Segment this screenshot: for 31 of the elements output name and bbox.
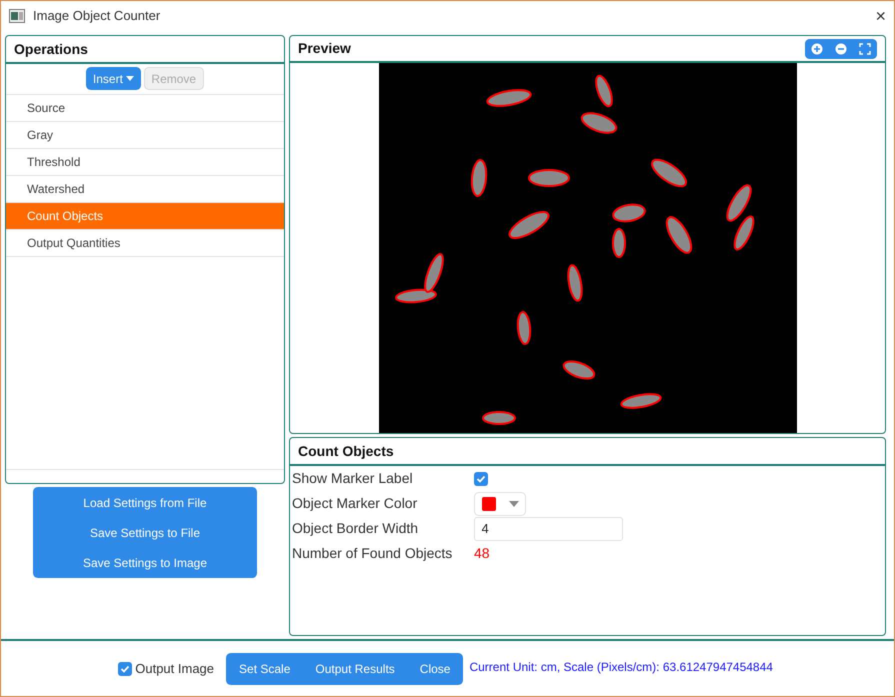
- app-icon: [9, 9, 25, 23]
- caret-icon: [508, 500, 518, 507]
- operation-item[interactable]: Count Objects: [6, 202, 284, 230]
- close-button[interactable]: ×: [875, 2, 886, 30]
- checkbox[interactable]: [118, 662, 132, 676]
- status-text: Current Unit: cm, Scale (Pixels/cm): 63.61247947454844: [469, 658, 773, 676]
- property-label: Show Marker Label: [292, 469, 414, 488]
- count-value: 48: [474, 544, 490, 564]
- panel-title: Operations: [6, 36, 284, 64]
- operation-item[interactable]: Gray: [6, 122, 284, 148]
- property-label: Object Border Width: [292, 519, 420, 538]
- footer-button[interactable]: Close: [406, 652, 464, 684]
- property-label: Object Marker Color: [292, 494, 418, 514]
- settings-button[interactable]: Load Settings from File: [33, 487, 257, 518]
- panel-title: Count Objects: [290, 438, 885, 466]
- window-title: Image Object Counter: [33, 7, 162, 26]
- operation-item[interactable]: Source: [6, 94, 284, 122]
- property-label: Number of Found Objects: [292, 544, 454, 564]
- input-field[interactable]: 4: [474, 516, 623, 541]
- caret-icon: [126, 76, 134, 82]
- color-dropdown[interactable]: [474, 492, 526, 516]
- operation-item[interactable]: Threshold: [6, 148, 284, 176]
- settings-button[interactable]: Save Settings to File: [33, 517, 257, 548]
- settings-button[interactable]: Save Settings to Image: [33, 547, 257, 578]
- checkbox-label[interactable]: Output Image: [135, 658, 214, 678]
- operation-item[interactable]: Output Quantities: [6, 230, 284, 256]
- footer-button[interactable]: Set Scale: [226, 652, 304, 684]
- checkbox[interactable]: [474, 472, 488, 486]
- insert-button[interactable]: Insert: [86, 67, 141, 90]
- panel-title: Preview: [298, 39, 352, 58]
- footer-button[interactable]: Output Results: [302, 652, 408, 684]
